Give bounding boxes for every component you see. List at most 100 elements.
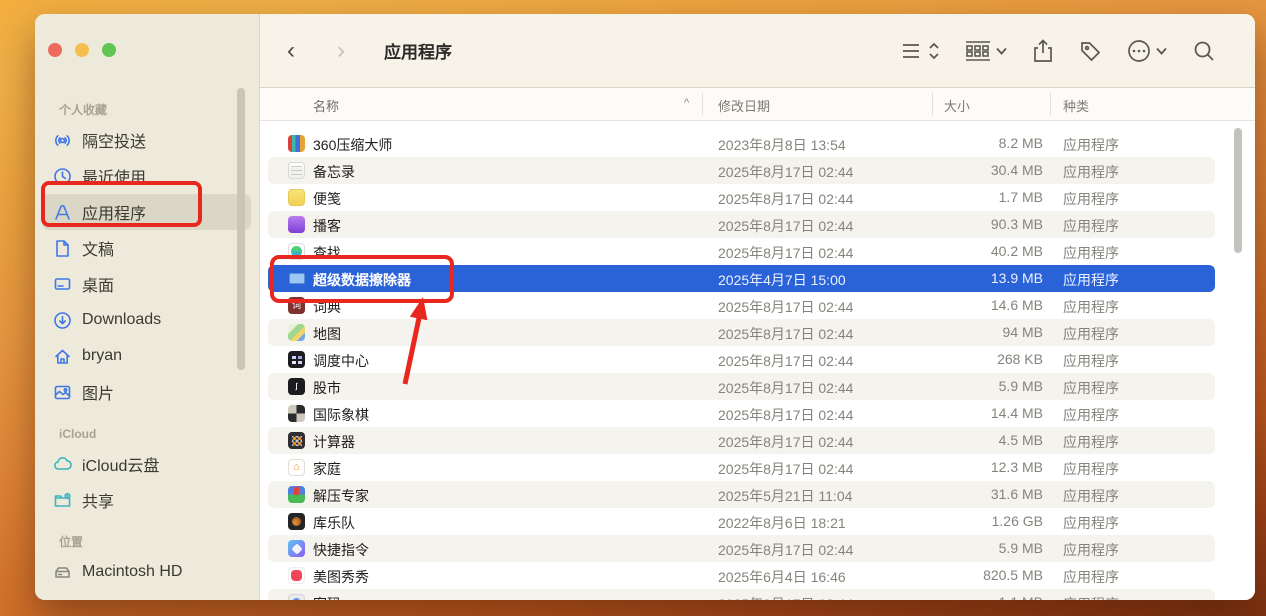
sidebar-scrollbar[interactable] xyxy=(237,88,245,370)
file-size: 14.4 MB xyxy=(888,405,1043,421)
sidebar-section-header: iCloud xyxy=(35,422,259,446)
sidebar-item-Macintosh HD[interactable]: Macintosh HD xyxy=(42,554,251,590)
file-date-modified: 2025年8月17日 02:44 xyxy=(718,297,853,317)
column-divider xyxy=(702,93,703,115)
traffic-lights xyxy=(48,43,116,57)
file-name: 国际象棋 xyxy=(313,405,369,425)
file-size: 4.5 MB xyxy=(888,432,1043,448)
file-name: 密码 xyxy=(313,594,341,600)
table-row[interactable]: 播客 2025年8月17日 02:44 90.3 MB 应用程序 xyxy=(268,211,1215,238)
file-name: 美图秀秀 xyxy=(313,567,369,587)
sidebar-item-隔空投送[interactable]: 隔空投送 xyxy=(42,122,251,158)
chess-app-icon xyxy=(288,405,305,422)
share-icon xyxy=(1033,39,1053,63)
table-row[interactable]: 美图秀秀 2025年6月4日 16:46 820.5 MB 应用程序 xyxy=(268,562,1215,589)
passwords-app-icon xyxy=(288,594,305,600)
table-row[interactable]: 计算器 2025年8月17日 02:44 4.5 MB 应用程序 xyxy=(268,427,1215,454)
file-kind: 应用程序 xyxy=(1063,513,1119,533)
column-header-kind[interactable]: 种类 xyxy=(1063,96,1089,115)
column-header-name[interactable]: 名称 xyxy=(313,96,339,115)
sidebar-item-label: bryan xyxy=(82,347,122,365)
zip360-app-icon xyxy=(288,135,305,152)
table-row[interactable]: 解压专家 2025年5月21日 11:04 31.6 MB 应用程序 xyxy=(268,481,1215,508)
table-row[interactable]: ⌂ 家庭 2025年8月17日 02:44 12.3 MB 应用程序 xyxy=(268,454,1215,481)
file-size: 1.7 MB xyxy=(888,189,1043,205)
sidebar-item-bryan[interactable]: bryan xyxy=(42,338,251,374)
sidebar-item-label: 图片 xyxy=(82,380,114,404)
file-date-modified: 2023年8月8日 13:54 xyxy=(718,135,846,155)
desktop: { "colors":{ "selection_blue":"#2a62d8",… xyxy=(0,0,1266,616)
document-icon xyxy=(52,238,72,258)
file-size: 90.3 MB xyxy=(888,216,1043,232)
sidebar-item-图片[interactable]: 图片 xyxy=(42,374,251,410)
sort-chevrons-icon xyxy=(929,42,939,60)
sidebar-item-共享[interactable]: 共享 xyxy=(42,482,251,518)
file-name: 家庭 xyxy=(313,459,341,479)
table-row[interactable]: 便笺 2025年8月17日 02:44 1.7 MB 应用程序 xyxy=(268,184,1215,211)
view-mode-button[interactable] xyxy=(902,42,939,60)
column-divider xyxy=(932,93,933,115)
sidebar-item-label: 共享 xyxy=(82,488,114,512)
hard-drive-icon xyxy=(52,562,72,582)
stocks-app-icon xyxy=(288,378,305,395)
tag-icon xyxy=(1079,40,1101,62)
sidebar-item-桌面[interactable]: 桌面 xyxy=(42,266,251,302)
forward-button[interactable]: › xyxy=(326,37,356,65)
sidebar-item-label: 桌面 xyxy=(82,272,114,296)
table-row[interactable]: 密码 2025年8月17日 02:44 1.1 MB 应用程序 xyxy=(268,589,1215,600)
file-kind: 应用程序 xyxy=(1063,405,1119,425)
shared-folder-icon xyxy=(52,490,72,510)
home-app-icon: ⌂ xyxy=(288,459,305,476)
sidebar-item-label: 文稿 xyxy=(82,236,114,260)
sidebar-item-Downloads[interactable]: Downloads xyxy=(42,302,251,338)
sidebar: 个人收藏隔空投送最近使用应用程序文稿桌面Downloadsbryan图片iClo… xyxy=(35,14,260,600)
file-size: 268 KB xyxy=(888,351,1043,367)
meitu-app-icon xyxy=(288,567,305,584)
file-kind: 应用程序 xyxy=(1063,540,1119,560)
file-kind: 应用程序 xyxy=(1063,135,1119,155)
table-row[interactable]: 国际象棋 2025年8月17日 02:44 14.4 MB 应用程序 xyxy=(268,400,1215,427)
table-row[interactable]: 备忘录 2025年8月17日 02:44 30.4 MB 应用程序 xyxy=(268,157,1215,184)
zoom-button[interactable] xyxy=(102,43,116,57)
tags-button[interactable] xyxy=(1079,40,1101,62)
download-icon xyxy=(52,310,72,330)
sidebar-item-label: iCloud云盘 xyxy=(82,452,159,476)
sidebar-item-iCloud云盘[interactable]: iCloud云盘 xyxy=(42,446,251,482)
file-kind: 应用程序 xyxy=(1063,567,1119,587)
file-date-modified: 2025年8月17日 02:44 xyxy=(718,405,853,425)
window-title: 应用程序 xyxy=(384,38,452,63)
file-date-modified: 2025年8月17日 02:44 xyxy=(718,378,853,398)
group-by-button[interactable] xyxy=(965,41,1007,61)
garage-app-icon xyxy=(288,513,305,530)
list-scrollbar[interactable] xyxy=(1234,128,1242,253)
file-kind: 应用程序 xyxy=(1063,432,1119,452)
close-button[interactable] xyxy=(48,43,62,57)
file-date-modified: 2025年8月17日 02:44 xyxy=(718,243,853,263)
calc-app-icon xyxy=(288,432,305,449)
file-kind: 应用程序 xyxy=(1063,486,1119,506)
sidebar-item-文稿[interactable]: 文稿 xyxy=(42,230,251,266)
column-header-size[interactable]: 大小 xyxy=(944,96,970,115)
file-name: 360压缩大师 xyxy=(313,135,392,155)
file-name: 播客 xyxy=(313,216,341,236)
annotation-box-sidebar xyxy=(41,181,202,227)
file-name: 计算器 xyxy=(313,432,355,452)
column-header-date[interactable]: 修改日期 xyxy=(718,96,770,115)
sidebar-item-label: 隔空投送 xyxy=(82,128,146,152)
more-options-button[interactable] xyxy=(1127,39,1167,63)
file-size: 31.6 MB xyxy=(888,486,1043,502)
search-button[interactable] xyxy=(1193,40,1215,62)
table-row[interactable]: 快捷指令 2025年8月17日 02:44 5.9 MB 应用程序 xyxy=(268,535,1215,562)
stickies-app-icon xyxy=(288,189,305,206)
minimize-button[interactable] xyxy=(75,43,89,57)
search-icon xyxy=(1193,40,1215,62)
table-row[interactable]: 库乐队 2022年8月6日 18:21 1.26 GB 应用程序 xyxy=(268,508,1215,535)
share-button[interactable] xyxy=(1033,39,1053,63)
file-kind: 应用程序 xyxy=(1063,324,1119,344)
table-row[interactable]: 360压缩大师 2023年8月8日 13:54 8.2 MB 应用程序 xyxy=(268,130,1215,157)
file-kind: 应用程序 xyxy=(1063,162,1119,182)
list-column-headers: 名称 ^ 修改日期 大小 种类 xyxy=(260,88,1255,121)
file-size: 14.6 MB xyxy=(888,297,1043,313)
file-date-modified: 2025年8月17日 02:44 xyxy=(718,432,853,452)
back-button[interactable]: ‹ xyxy=(276,37,306,65)
